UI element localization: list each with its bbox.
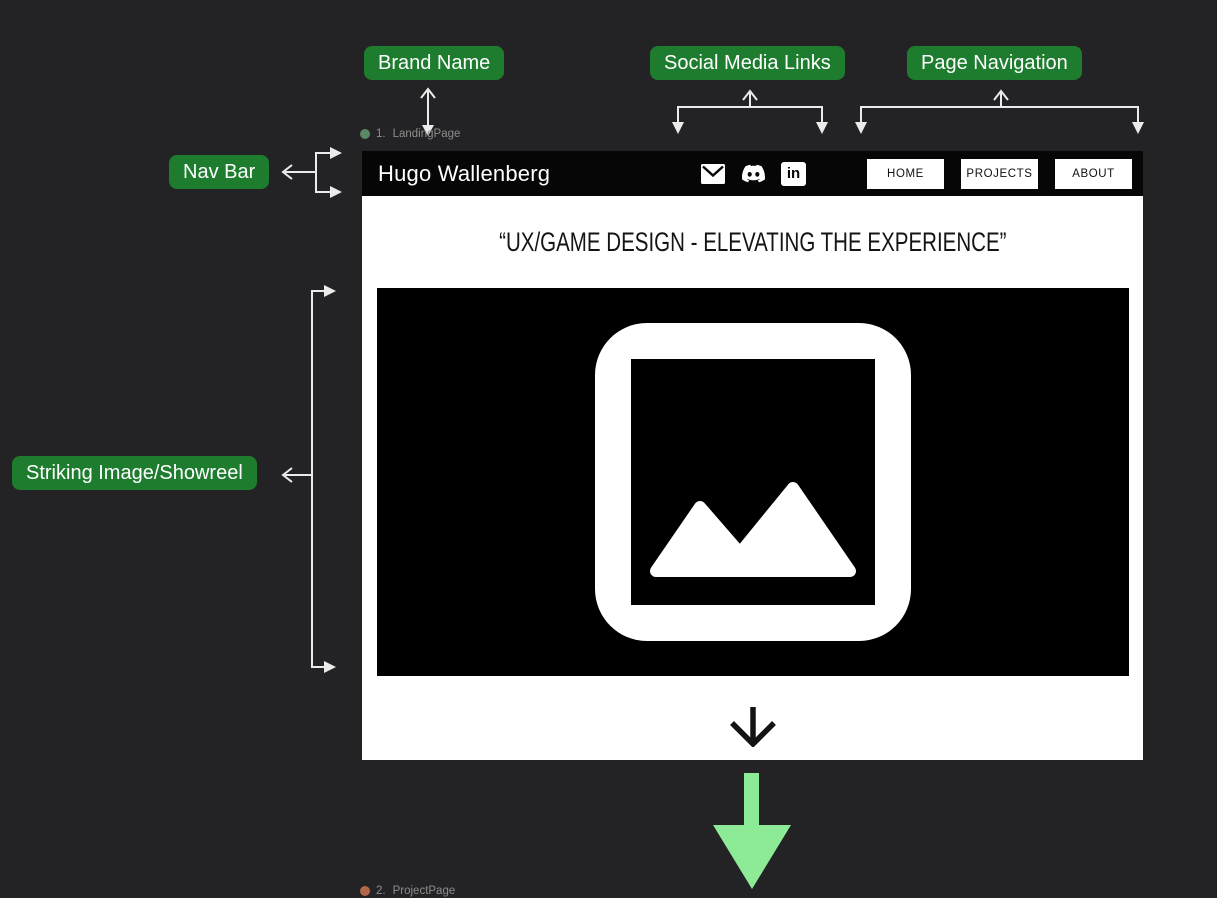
image-placeholder-icon	[595, 323, 911, 641]
badge-label: Striking Image/Showreel	[26, 462, 243, 484]
nav-button-projects[interactable]: PROJECTS	[961, 159, 1038, 189]
navbar-arrow	[283, 165, 316, 179]
linkedin-icon[interactable]: in	[781, 162, 806, 186]
badge-label: Social Media Links	[664, 52, 831, 74]
page-navigation: HOME PROJECTS ABOUT	[867, 159, 1132, 189]
frame-name: ProjectPage	[393, 885, 456, 897]
annotation-badge-page-navigation[interactable]: Page Navigation	[907, 46, 1082, 80]
frame-status-dot	[360, 886, 370, 896]
frame-status-dot	[360, 129, 370, 139]
brand-name-text: Hugo Wallenberg	[378, 151, 550, 196]
design-canvas: Brand Name Social Media Links Page Navig…	[0, 0, 1217, 898]
social-links-bracket	[672, 107, 828, 134]
showreel-arrow	[283, 468, 312, 482]
frame-label-project-page[interactable]: 2. ProjectPage	[360, 885, 455, 897]
badge-label: Brand Name	[378, 52, 490, 74]
email-icon[interactable]	[700, 162, 726, 186]
navbar: Hugo Wallenberg in HOM	[362, 151, 1143, 196]
frame-index: 1.	[376, 128, 386, 140]
annotation-badge-nav-bar[interactable]: Nav Bar	[169, 155, 269, 189]
page-navigation-arrow	[994, 91, 1008, 107]
nav-button-home[interactable]: HOME	[867, 159, 944, 189]
discord-icon[interactable]	[739, 162, 768, 185]
badge-label: Page Navigation	[921, 52, 1068, 74]
showreel-bracket	[312, 285, 336, 673]
frame-name: LandingPage	[393, 128, 461, 140]
annotation-badge-striking-image[interactable]: Striking Image/Showreel	[12, 456, 257, 490]
landing-page-frame: Hugo Wallenberg in HOM	[362, 151, 1143, 760]
landing-page-body: “UX/GAME DESIGN - ELEVATING THE EXPERIEN…	[362, 196, 1143, 760]
frame-index: 2.	[376, 885, 386, 897]
annotation-badge-social-media-links[interactable]: Social Media Links	[650, 46, 845, 80]
social-media-links: in	[700, 151, 806, 196]
badge-label: Nav Bar	[183, 161, 255, 183]
transition-arrow	[713, 773, 791, 889]
navbar-bracket	[316, 147, 342, 198]
page-navigation-bracket	[855, 107, 1144, 134]
frame-label-landing-page[interactable]: 1. LandingPage	[360, 128, 460, 140]
nav-button-about[interactable]: ABOUT	[1055, 159, 1132, 189]
showreel-image-placeholder	[377, 288, 1129, 676]
scroll-down-arrow	[729, 705, 777, 747]
annotation-badge-brand-name[interactable]: Brand Name	[364, 46, 504, 80]
headline: “UX/GAME DESIGN - ELEVATING THE EXPERIEN…	[362, 227, 1143, 258]
social-links-arrow	[743, 91, 757, 107]
